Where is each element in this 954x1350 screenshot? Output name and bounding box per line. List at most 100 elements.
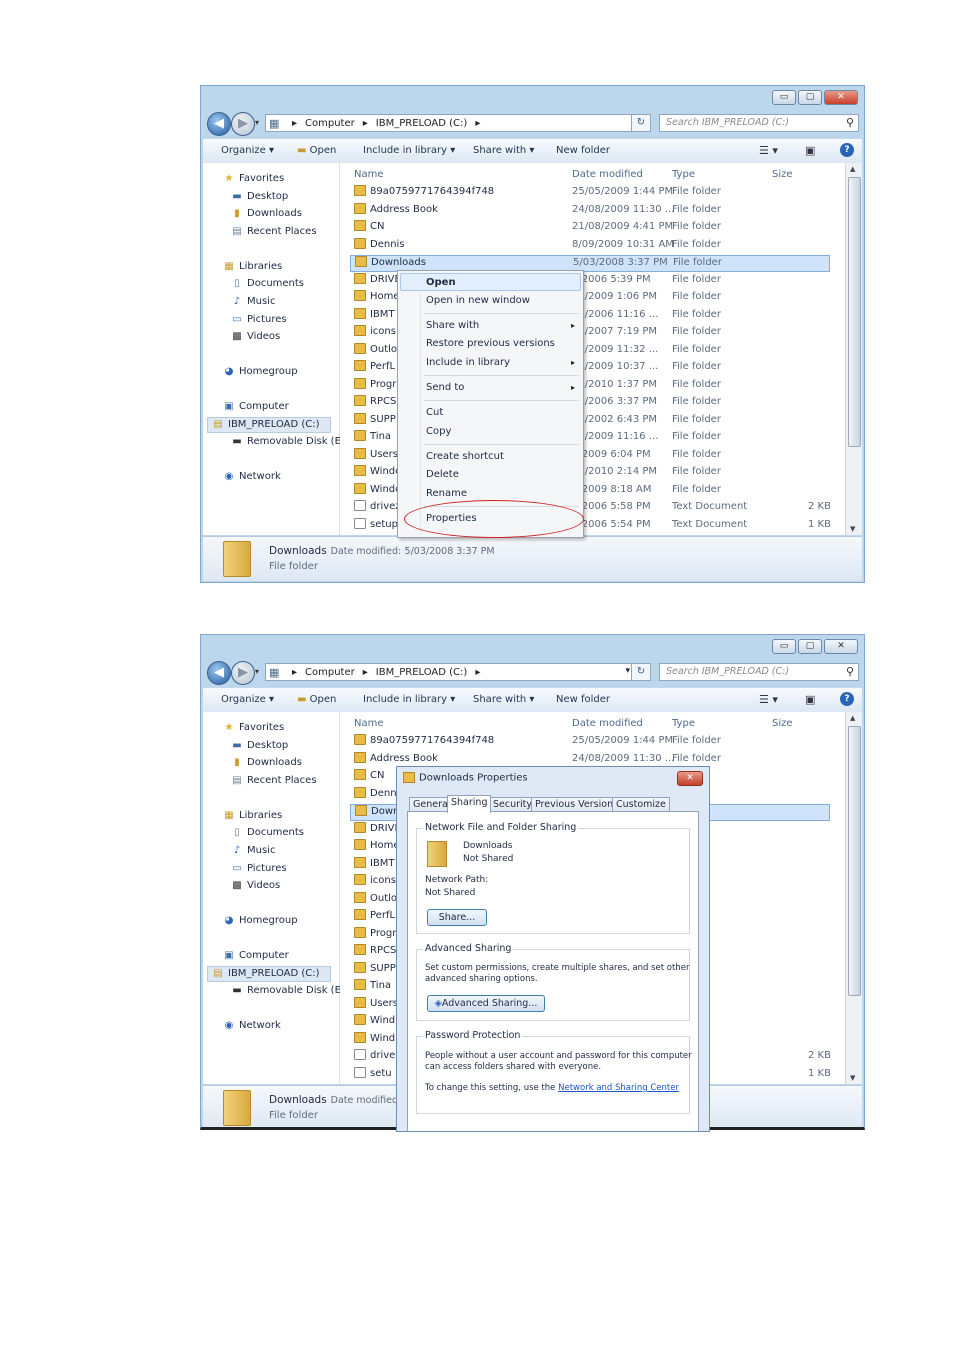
sidebar-item-drive[interactable]: ▤ IBM_PRELOAD (C:) — [207, 966, 331, 982]
sidebar-item-downloads[interactable]: ▮ Downloads — [231, 757, 302, 768]
view-options-icon[interactable]: ☰ ▾ — [759, 693, 778, 706]
forward-button[interactable]: ▶ — [231, 661, 255, 685]
help-icon[interactable]: ? — [840, 143, 854, 157]
vertical-scrollbar[interactable]: ▲ ▼ — [845, 712, 862, 1084]
sidebar-item-favorites[interactable]: ★ Favorites — [223, 173, 285, 184]
share-button[interactable]: Share... — [427, 909, 487, 926]
sidebar-item-network[interactable]: ◉ Network — [223, 471, 281, 482]
recent-pages-dropdown-icon[interactable]: ▾ — [255, 118, 259, 127]
breadcrumb-computer[interactable]: Computer — [305, 667, 355, 678]
scroll-thumb[interactable] — [848, 726, 861, 996]
close-button[interactable]: ✕ — [824, 639, 858, 654]
menu-item-cut[interactable]: Cut — [426, 407, 443, 418]
breadcrumb-drive[interactable]: IBM_PRELOAD (C:) — [376, 118, 468, 129]
sidebar-item-libraries[interactable]: ▦ Libraries — [223, 810, 282, 821]
sidebar-item-homegroup[interactable]: ◕ Homegroup — [223, 366, 298, 377]
menu-item-restore-versions[interactable]: Restore previous versions — [426, 338, 555, 349]
sidebar-item-desktop[interactable]: ▬ Desktop — [231, 740, 288, 751]
breadcrumb-computer[interactable]: Computer — [305, 118, 355, 129]
tab-sharing[interactable]: Sharing — [447, 795, 492, 813]
search-input[interactable]: Search IBM_PRELOAD (C:) ⚲ — [659, 114, 859, 132]
sidebar-item-videos[interactable]: ▩ Videos — [231, 880, 280, 891]
new-folder-button[interactable]: New folder — [556, 145, 610, 156]
scroll-thumb[interactable] — [848, 177, 861, 447]
search-icon[interactable]: ⚲ — [846, 116, 854, 129]
minimize-button[interactable]: ▭ — [772, 90, 796, 105]
preview-pane-icon[interactable]: ▣ — [805, 693, 815, 706]
scroll-up-icon[interactable]: ▲ — [850, 714, 855, 722]
menu-item-open[interactable]: Open — [426, 277, 456, 288]
menu-item-delete[interactable]: Delete — [426, 469, 459, 480]
include-in-library-button[interactable]: Include in library ▾ — [363, 694, 455, 705]
address-dropdown-icon[interactable]: ▾ — [625, 666, 630, 676]
column-header-size[interactable]: Size — [772, 718, 793, 729]
menu-item-rename[interactable]: Rename — [426, 488, 467, 499]
minimize-button[interactable]: ▭ — [772, 639, 796, 654]
refresh-button[interactable]: ↻ — [631, 114, 651, 132]
share-with-button[interactable]: Share with ▾ — [473, 145, 534, 156]
sidebar-item-removable[interactable]: ▬ Removable Disk (E:) — [231, 985, 348, 996]
column-header-date[interactable]: Date modified — [572, 169, 643, 180]
column-header-name[interactable]: Name — [354, 169, 384, 180]
new-folder-button[interactable]: New folder — [556, 694, 610, 705]
sidebar-item-drive[interactable]: ▤ IBM_PRELOAD (C:) — [207, 417, 331, 433]
back-button[interactable]: ◀ — [207, 661, 231, 685]
vertical-scrollbar[interactable]: ▲ ▼ — [845, 163, 862, 535]
share-with-button[interactable]: Share with ▾ — [473, 694, 534, 705]
sidebar-item-videos[interactable]: ▩ Videos — [231, 331, 280, 342]
maximize-button[interactable]: ▢ — [798, 90, 822, 105]
column-header-name[interactable]: Name — [354, 718, 384, 729]
include-in-library-button[interactable]: Include in library ▾ — [363, 145, 455, 156]
sidebar-item-desktop[interactable]: ▬ Desktop — [231, 191, 288, 202]
tab-customize[interactable]: Customize — [612, 797, 670, 812]
sidebar-item-recent[interactable]: ▤ Recent Places — [231, 775, 316, 786]
table-row[interactable]: 89a0759771764394f748 25/05/2009 1:44 PM Fi… — [350, 734, 830, 751]
open-button[interactable]: ▬ Open — [297, 694, 336, 705]
open-button[interactable]: ▬ Open — [297, 145, 336, 156]
table-row[interactable]: CN 21/08/2009 4:41 PM File folder — [350, 220, 830, 237]
organize-button[interactable]: Organize ▾ — [221, 145, 274, 156]
menu-item-share-with[interactable]: Share with — [426, 320, 479, 331]
address-bar[interactable]: ▦ ▸Computer▸IBM_PRELOAD (C:)▸ ▾ — [265, 114, 649, 132]
sidebar-item-computer[interactable]: ▣ Computer — [223, 401, 288, 412]
maximize-button[interactable]: ▢ — [798, 639, 822, 654]
sidebar-item-libraries[interactable]: ▦ Libraries — [223, 261, 282, 272]
scroll-up-icon[interactable]: ▲ — [850, 165, 855, 173]
tab-security[interactable]: Security — [489, 797, 537, 812]
advanced-sharing-button[interactable]: ◈Advanced Sharing... — [427, 995, 545, 1012]
sidebar-item-network[interactable]: ◉ Network — [223, 1020, 281, 1031]
sidebar-item-music[interactable]: ♪ Music — [231, 845, 276, 856]
back-button[interactable]: ◀ — [207, 112, 231, 136]
sidebar-item-downloads[interactable]: ▮ Downloads — [231, 208, 302, 219]
refresh-button[interactable]: ↻ — [631, 663, 651, 681]
table-row[interactable]: 89a0759771764394f748 25/05/2009 1:44 PM Fi… — [350, 185, 830, 202]
table-row[interactable]: Address Book 24/08/2009 11:30 ... File fol… — [350, 202, 830, 220]
breadcrumb-drive[interactable]: IBM_PRELOAD (C:) — [376, 667, 468, 678]
search-input[interactable]: Search IBM_PRELOAD (C:) ⚲ — [659, 663, 859, 681]
sidebar-item-pictures[interactable]: ▭ Pictures — [231, 314, 286, 325]
sidebar-item-homegroup[interactable]: ◕ Homegroup — [223, 915, 298, 926]
scroll-down-icon[interactable]: ▼ — [850, 525, 855, 533]
column-header-date[interactable]: Date modified — [572, 718, 643, 729]
sidebar-item-pictures[interactable]: ▭ Pictures — [231, 863, 286, 874]
view-options-icon[interactable]: ☰ ▾ — [759, 144, 778, 157]
network-sharing-center-link[interactable]: Network and Sharing Center — [558, 1083, 679, 1093]
help-icon[interactable]: ? — [840, 692, 854, 706]
sidebar-item-documents[interactable]: ▯ Documents — [231, 827, 304, 838]
column-header-size[interactable]: Size — [772, 169, 793, 180]
menu-item-open-new-window[interactable]: Open in new window — [426, 295, 530, 306]
sidebar-item-music[interactable]: ♪ Music — [231, 296, 276, 307]
recent-pages-dropdown-icon[interactable]: ▾ — [255, 667, 259, 676]
preview-pane-icon[interactable]: ▣ — [805, 144, 815, 157]
sidebar-item-documents[interactable]: ▯ Documents — [231, 278, 304, 289]
menu-item-create-shortcut[interactable]: Create shortcut — [426, 451, 504, 462]
organize-button[interactable]: Organize ▾ — [221, 694, 274, 705]
dialog-close-button[interactable]: ✕ — [677, 771, 703, 786]
table-row[interactable]: Dennis 8/09/2009 10:31 AM File folder — [350, 237, 830, 255]
menu-item-send-to[interactable]: Send to — [426, 382, 464, 393]
column-header-type[interactable]: Type — [672, 718, 695, 729]
sidebar-item-recent[interactable]: ▤ Recent Places — [231, 226, 316, 237]
address-bar[interactable]: ▦ ▸Computer▸IBM_PRELOAD (C:)▸ ▾ — [265, 663, 635, 681]
menu-item-copy[interactable]: Copy — [426, 426, 451, 437]
column-header-type[interactable]: Type — [672, 169, 695, 180]
